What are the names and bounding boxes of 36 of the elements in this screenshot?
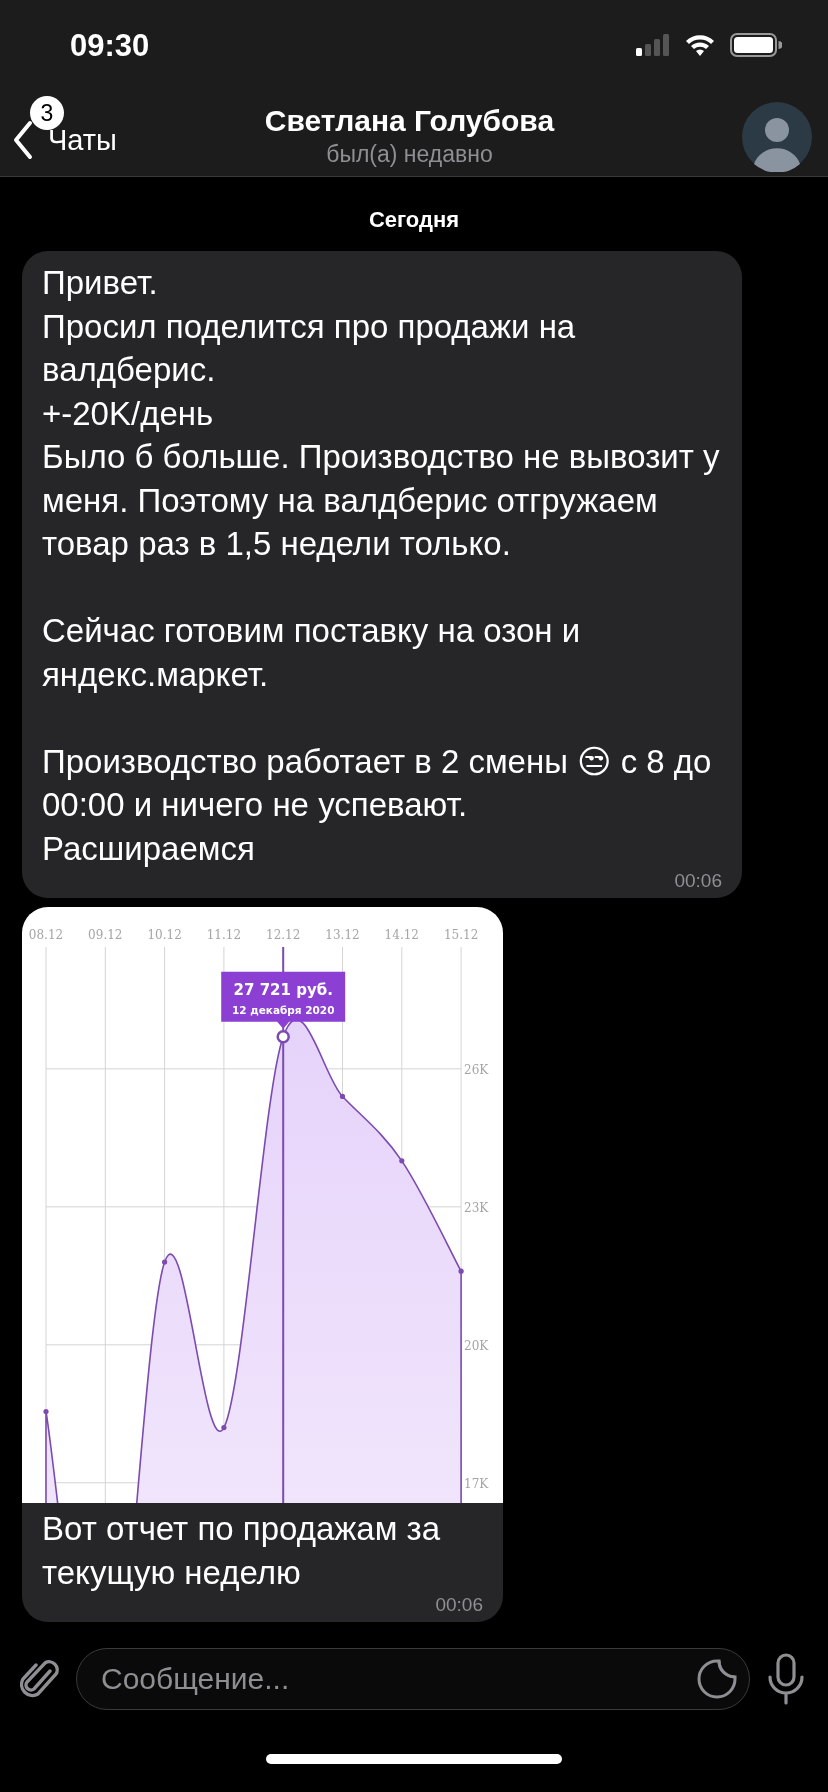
avatar-icon[interactable] (742, 102, 812, 172)
data-point (221, 1425, 227, 1431)
axis-label: 11.12 (206, 928, 242, 942)
axis-label: 12.12 (266, 928, 301, 942)
axis-label: 26K (464, 1062, 489, 1077)
signal-icon (636, 34, 670, 56)
axis-label: 15.12 (443, 928, 479, 942)
message-input-field[interactable]: Сообщение... (76, 1648, 750, 1710)
last-seen-status: был(а) недавно (326, 141, 493, 168)
microphone-icon[interactable] (766, 1653, 806, 1705)
message-text: Привет. Просил поделится про продажи на валдберис. +-20K/день Было б больше. Производство не вывозит у меня. Поэтому на валдберис отгружаем товар раз в 1,5 недели только. Сейчас готовим поставку на озон и яндекс.маркет. Производство работает в 2 смены 😒 с 8 до 00:00 и ничего не успевают. Расшираемся (42, 263, 721, 869)
unread-badge: 3 (30, 96, 64, 130)
date-separator: Сегодня (368, 207, 460, 233)
axis-label: 14.12 (384, 928, 419, 942)
data-point (339, 1093, 346, 1100)
status-time: 09:30 (70, 28, 150, 64)
axis-label: 23K (464, 1200, 489, 1215)
wifi-icon (684, 33, 716, 57)
axis-label: 10.12 (147, 928, 182, 942)
message-text: Вот отчет по продажам за текущую неделю (42, 1509, 441, 1593)
tooltip-value: 27 721 руб. (233, 980, 333, 999)
axis-label: 20K (464, 1338, 489, 1353)
data-point (162, 1259, 168, 1265)
message-time: 00:06 (435, 1594, 483, 1616)
battery-icon (730, 33, 782, 57)
sticker-icon[interactable] (696, 1658, 738, 1700)
data-point (399, 1158, 405, 1164)
chat-title: Светлана Голубова (264, 104, 555, 138)
axis-label: 08.12 (28, 928, 64, 942)
axis-label: 17K (464, 1476, 489, 1491)
back-chevron-icon (12, 120, 34, 160)
axis-label: 09.12 (88, 928, 123, 942)
selected-point[interactable] (276, 1029, 290, 1044)
message-time: 00:06 (674, 870, 722, 892)
axis-label: 13.12 (325, 928, 360, 942)
tooltip-date: 12 декабря 2020 (231, 1003, 335, 1016)
